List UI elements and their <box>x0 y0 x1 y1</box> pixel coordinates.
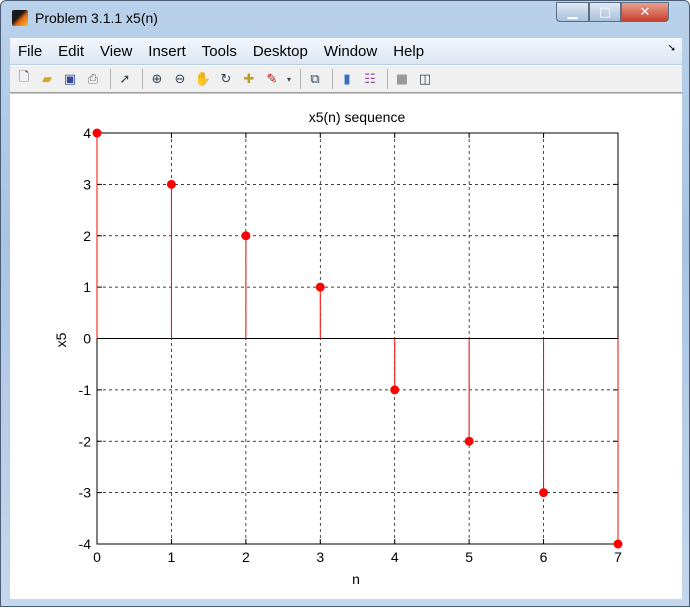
close-button[interactable]: ✕ <box>621 2 669 22</box>
menu-bar: File Edit View Insert Tools Desktop Wind… <box>10 38 682 64</box>
menu-file[interactable]: File <box>18 43 42 60</box>
stem-marker <box>390 385 400 395</box>
hide-plot-tools-icon[interactable]: ■ <box>392 69 412 89</box>
stem-marker <box>241 231 251 241</box>
window-title: Problem 3.1.1 x5(n) <box>35 10 158 26</box>
y-tick-label: 2 <box>83 228 91 244</box>
stem-marker <box>613 539 623 549</box>
title-bar[interactable]: Problem 3.1.1 x5(n) ▁ □ ✕ <box>1 1 689 35</box>
pan-hand-icon[interactable]: ✋ <box>193 69 213 89</box>
save-icon[interactable]: ▣ <box>60 69 80 89</box>
menu-tools[interactable]: Tools <box>202 43 237 60</box>
dock-arrow-icon[interactable]: ➘ <box>668 43 676 54</box>
separator <box>110 69 111 89</box>
y-tick-label: -1 <box>79 382 92 398</box>
x-tick-label: 5 <box>465 549 473 565</box>
menu-window[interactable]: Window <box>324 43 377 60</box>
zoom-out-icon[interactable]: ⊖ <box>170 69 190 89</box>
menu-view[interactable]: View <box>100 43 132 60</box>
x-tick-label: 3 <box>316 549 324 565</box>
insert-legend-icon[interactable]: ☷ <box>360 69 380 89</box>
link-plot-icon[interactable]: ⧉ <box>305 69 325 89</box>
menu-insert[interactable]: Insert <box>148 43 186 60</box>
y-tick-label: 1 <box>83 279 91 295</box>
brush-dropdown-icon[interactable]: ▾ <box>285 69 293 89</box>
y-tick-label: 4 <box>83 125 91 141</box>
print-icon[interactable]: ⎙ <box>83 69 103 89</box>
open-file-icon[interactable]: ▰ <box>37 69 57 89</box>
x-tick-label: 4 <box>391 549 399 565</box>
stem-plot: x5(n) sequence n x5 0 1 2 3 4 5 6 7 4 3 2 1 0 -1 -2 -3 -… <box>53 109 623 587</box>
y-axis-label: x5 <box>53 332 69 347</box>
separator <box>300 69 301 89</box>
insert-colorbar-icon[interactable]: ▮ <box>337 69 357 89</box>
separator <box>387 69 388 89</box>
figure-canvas: x5(n) sequence n x5 0 1 2 3 4 5 6 7 4 3 2 1 0 -1 -2 -3 -… <box>10 94 682 599</box>
y-tick-label: 0 <box>83 331 91 347</box>
stem-marker <box>464 436 474 446</box>
y-tick-label: -2 <box>79 433 92 449</box>
brush-icon[interactable]: ✎ <box>262 69 282 89</box>
x-tick-label: 7 <box>614 549 622 565</box>
chart-title: x5(n) sequence <box>309 109 406 125</box>
show-plot-tools-icon[interactable]: ◫ <box>415 69 435 89</box>
stem-marker <box>166 179 176 189</box>
x-tick-label: 6 <box>540 549 548 565</box>
edit-plot-arrow-icon[interactable]: ➚ <box>115 69 135 89</box>
x-tick-label: 1 <box>168 549 176 565</box>
menu-desktop[interactable]: Desktop <box>253 43 308 60</box>
x-axis-label: n <box>352 571 360 587</box>
separator <box>142 69 143 89</box>
data-cursor-icon[interactable]: ✚ <box>239 69 259 89</box>
y-tick-label: 3 <box>83 176 91 192</box>
matlab-icon <box>12 10 28 26</box>
y-tick-label: -4 <box>79 536 92 552</box>
minimize-button[interactable]: ▁ <box>556 2 589 22</box>
stem-marker <box>315 282 325 292</box>
y-tick-label: -3 <box>79 485 92 501</box>
figure-window: Problem 3.1.1 x5(n) ▁ □ ✕ File Edit View… <box>0 0 690 607</box>
menu-edit[interactable]: Edit <box>58 43 84 60</box>
menu-help[interactable]: Help <box>393 43 424 60</box>
maximize-button[interactable]: □ <box>589 2 621 22</box>
new-figure-icon[interactable]: 🗋 <box>14 69 34 89</box>
stem-marker <box>539 488 549 498</box>
rotate-3d-icon[interactable]: ↻ <box>216 69 236 89</box>
separator <box>332 69 333 89</box>
x-tick-label: 2 <box>242 549 250 565</box>
zoom-in-icon[interactable]: ⊕ <box>147 69 167 89</box>
figure-toolbar: 🗋 ▰ ▣ ⎙ ➚ ⊕ ⊖ ✋ ↻ ✚ ✎ ▾ ⧉ ▮ ☷ ■ ◫ <box>10 65 682 93</box>
stem-marker <box>92 128 102 138</box>
x-tick-label: 0 <box>93 549 101 565</box>
